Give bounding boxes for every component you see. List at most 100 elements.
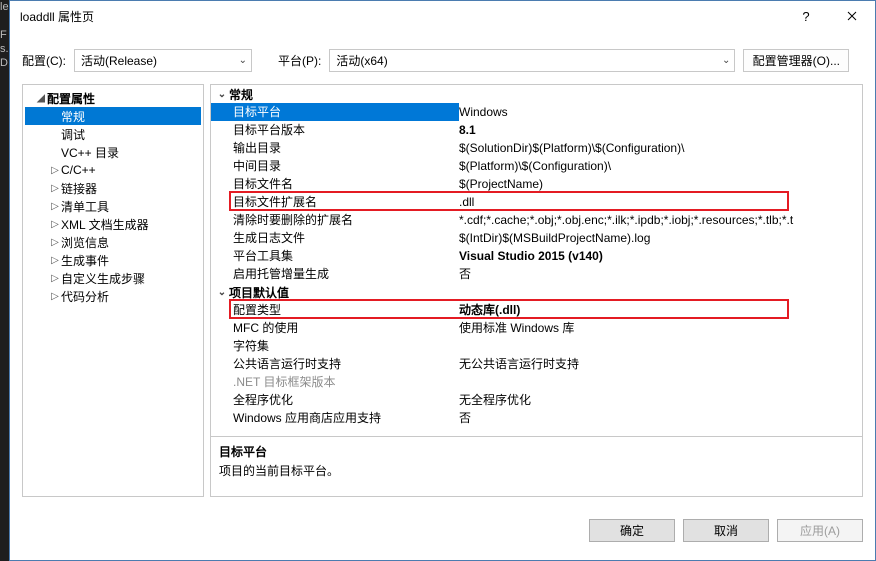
expander-icon: ▷ — [49, 291, 61, 302]
property-name: 目标平台 — [211, 103, 459, 121]
property-value[interactable] — [459, 373, 862, 391]
property-value[interactable]: Windows — [459, 103, 862, 121]
collapse-icon: ⌄ — [215, 89, 229, 100]
description-heading: 目标平台 — [219, 443, 854, 460]
tree-root[interactable]: ◢配置属性 — [25, 89, 201, 107]
property-row[interactable]: 清除时要删除的扩展名*.cdf;*.cache;*.obj;*.obj.enc;… — [211, 211, 862, 229]
property-name: Windows 应用商店应用支持 — [211, 409, 459, 427]
property-name: 配置类型 — [211, 301, 459, 319]
titlebar: loaddll 属性页 ? — [10, 1, 875, 31]
property-group-header[interactable]: ⌄常规 — [211, 85, 862, 103]
property-row[interactable]: 目标平台Windows — [211, 103, 862, 121]
properties-panel: ⌄常规目标平台Windows目标平台版本8.1输出目录$(SolutionDir… — [210, 84, 863, 497]
tree-item[interactable]: ▷链接器 — [25, 179, 201, 197]
tree-item[interactable]: VC++ 目录 — [25, 143, 201, 161]
property-name: 全程序优化 — [211, 391, 459, 409]
expander-icon: ▷ — [49, 183, 61, 194]
tree-item[interactable]: ▷生成事件 — [25, 251, 201, 269]
property-row[interactable]: .NET 目标框架版本 — [211, 373, 862, 391]
config-value: 活动(Release) — [81, 52, 157, 69]
platform-label: 平台(P): — [278, 52, 321, 69]
property-value[interactable]: $(ProjectName) — [459, 175, 862, 193]
tree-item[interactable]: ▷浏览信息 — [25, 233, 201, 251]
property-value[interactable]: $(Platform)\$(Configuration)\ — [459, 157, 862, 175]
editor-gutter: leFs.lD — [0, 0, 9, 561]
tree-item[interactable]: ▷清单工具 — [25, 197, 201, 215]
platform-dropdown[interactable]: 活动(x64) ⌄ — [329, 49, 735, 72]
property-name: 公共语言运行时支持 — [211, 355, 459, 373]
property-row[interactable]: 启用托管增量生成否 — [211, 265, 862, 283]
property-row[interactable]: 公共语言运行时支持无公共语言运行时支持 — [211, 355, 862, 373]
property-value[interactable]: .dll — [459, 193, 862, 211]
property-value[interactable]: $(IntDir)$(MSBuildProjectName).log — [459, 229, 862, 247]
property-value[interactable]: 无全程序优化 — [459, 391, 862, 409]
platform-value: 活动(x64) — [336, 52, 387, 69]
property-row[interactable]: 输出目录$(SolutionDir)$(Platform)\$(Configur… — [211, 139, 862, 157]
property-value[interactable]: Visual Studio 2015 (v140) — [459, 247, 862, 265]
cancel-button[interactable]: 取消 — [683, 519, 769, 542]
description-panel: 目标平台 项目的当前目标平台。 — [211, 436, 862, 496]
property-name: 字符集 — [211, 337, 459, 355]
property-group-header[interactable]: ⌄项目默认值 — [211, 283, 862, 301]
property-row[interactable]: 目标文件扩展名.dll — [211, 193, 862, 211]
property-value[interactable]: 否 — [459, 265, 862, 283]
property-value[interactable]: *.cdf;*.cache;*.obj;*.obj.enc;*.ilk;*.ip… — [459, 211, 862, 229]
config-manager-button[interactable]: 配置管理器(O)... — [743, 49, 849, 72]
property-name: 中间目录 — [211, 157, 459, 175]
property-name: 清除时要删除的扩展名 — [211, 211, 459, 229]
property-value[interactable] — [459, 337, 862, 355]
property-value[interactable]: 8.1 — [459, 121, 862, 139]
property-row[interactable]: 全程序优化无全程序优化 — [211, 391, 862, 409]
description-body: 项目的当前目标平台。 — [219, 462, 854, 479]
property-name: .NET 目标框架版本 — [211, 373, 459, 391]
expander-icon: ▷ — [49, 201, 61, 212]
config-toolbar: 配置(C): 活动(Release) ⌄ 平台(P): 活动(x64) ⌄ 配置… — [10, 31, 875, 84]
apply-button[interactable]: 应用(A) — [777, 519, 863, 542]
config-label: 配置(C): — [22, 52, 66, 69]
property-name: 启用托管增量生成 — [211, 265, 459, 283]
help-button[interactable]: ? — [783, 1, 829, 31]
expander-icon: ▷ — [49, 273, 61, 284]
chevron-down-icon: ⌄ — [239, 55, 247, 66]
chevron-down-icon: ⌄ — [722, 55, 730, 66]
property-name: 目标平台版本 — [211, 121, 459, 139]
property-value[interactable]: 否 — [459, 409, 862, 427]
property-value[interactable]: 使用标准 Windows 库 — [459, 319, 862, 337]
property-row[interactable]: 配置类型动态库(.dll) — [211, 301, 862, 319]
expander-icon: ◢ — [35, 93, 47, 104]
tree-item[interactable]: 调试 — [25, 125, 201, 143]
property-value[interactable]: 无公共语言运行时支持 — [459, 355, 862, 373]
window-title: loaddll 属性页 — [20, 8, 783, 25]
footer: 确定 取消 应用(A) — [10, 509, 875, 560]
property-name: 生成日志文件 — [211, 229, 459, 247]
tree-item[interactable]: ▷XML 文档生成器 — [25, 215, 201, 233]
property-row[interactable]: 生成日志文件$(IntDir)$(MSBuildProjectName).log — [211, 229, 862, 247]
property-row[interactable]: Windows 应用商店应用支持否 — [211, 409, 862, 427]
property-name: MFC 的使用 — [211, 319, 459, 337]
tree-item[interactable]: ▷代码分析 — [25, 287, 201, 305]
property-name: 输出目录 — [211, 139, 459, 157]
tree-item[interactable]: 常规 — [25, 107, 201, 125]
config-tree[interactable]: ◢配置属性常规调试VC++ 目录▷C/C++▷链接器▷清单工具▷XML 文档生成… — [22, 84, 204, 497]
property-value[interactable]: 动态库(.dll) — [459, 301, 862, 319]
property-name: 目标文件名 — [211, 175, 459, 193]
tree-item[interactable]: ▷C/C++ — [25, 161, 201, 179]
property-row[interactable]: 目标平台版本8.1 — [211, 121, 862, 139]
expander-icon: ▷ — [49, 219, 61, 230]
property-row[interactable]: 中间目录$(Platform)\$(Configuration)\ — [211, 157, 862, 175]
property-pages-window: loaddll 属性页 ? 配置(C): 活动(Release) ⌄ 平台(P)… — [9, 0, 876, 561]
ok-button[interactable]: 确定 — [589, 519, 675, 542]
tree-item[interactable]: ▷自定义生成步骤 — [25, 269, 201, 287]
property-row[interactable]: 目标文件名$(ProjectName) — [211, 175, 862, 193]
property-row[interactable]: 字符集 — [211, 337, 862, 355]
expander-icon: ▷ — [49, 237, 61, 248]
config-dropdown[interactable]: 活动(Release) ⌄ — [74, 49, 252, 72]
property-row[interactable]: 平台工具集Visual Studio 2015 (v140) — [211, 247, 862, 265]
collapse-icon: ⌄ — [215, 287, 229, 298]
property-grid[interactable]: ⌄常规目标平台Windows目标平台版本8.1输出目录$(SolutionDir… — [211, 85, 862, 436]
expander-icon: ▷ — [49, 165, 61, 176]
close-button[interactable] — [829, 1, 875, 31]
property-value[interactable]: $(SolutionDir)$(Platform)\$(Configuratio… — [459, 139, 862, 157]
property-row[interactable]: MFC 的使用使用标准 Windows 库 — [211, 319, 862, 337]
property-name: 目标文件扩展名 — [211, 193, 459, 211]
